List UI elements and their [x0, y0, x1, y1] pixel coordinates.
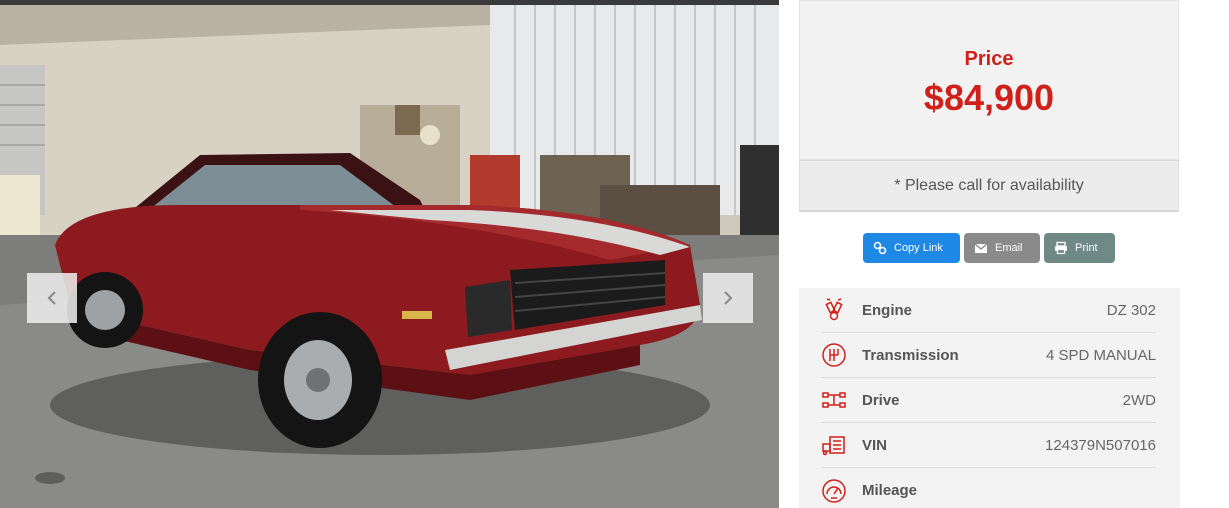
engine-icon	[825, 298, 843, 321]
spec-value: DZ 302	[1106, 301, 1156, 319]
chevron-right-icon	[724, 291, 733, 305]
spec-row-mileage: Mileage	[821, 468, 1156, 508]
gallery-top-bar	[0, 0, 779, 5]
envelope-icon	[974, 243, 988, 253]
spec-row-drive: Drive 2WD	[821, 378, 1156, 423]
share-actions: Copy Link Email Print	[863, 233, 1115, 263]
print-button[interactable]: Print	[1044, 233, 1115, 263]
car-photo	[0, 5, 779, 508]
link-icon	[873, 241, 887, 255]
speedometer-icon	[822, 478, 846, 503]
spec-label: Drive	[862, 391, 900, 409]
chevron-left-icon	[47, 291, 56, 305]
printer-icon	[1055, 241, 1067, 255]
price-value: $84,900	[923, 77, 1055, 118]
spec-value: 4 SPD MANUAL	[1045, 346, 1156, 364]
gallery-prev-button[interactable]	[27, 273, 77, 323]
print-label: Print	[1075, 242, 1098, 254]
spec-label: VIN	[862, 436, 888, 454]
transmission-icon	[822, 343, 846, 367]
spec-value: 2WD	[1122, 391, 1156, 409]
email-button[interactable]: Email	[964, 233, 1040, 263]
photo-gallery[interactable]	[0, 0, 779, 508]
spec-value: 124379N507016	[1045, 436, 1156, 454]
copy-link-button[interactable]: Copy Link	[863, 233, 960, 263]
spec-label: Transmission	[862, 346, 959, 364]
spec-row-transmission: Transmission 4 SPD MANUAL	[821, 333, 1156, 378]
spec-label: Mileage	[862, 482, 918, 499]
availability-note: * Please call for availability	[799, 160, 1179, 212]
copy-link-label: Copy Link	[894, 242, 943, 254]
spec-list: Engine DZ 302 Transmission 4 SPD MANUAL	[799, 288, 1180, 508]
vin-icon	[822, 436, 845, 456]
drive-icon	[822, 392, 846, 408]
spec-label: Engine	[862, 301, 913, 319]
price-box: Price $84,900	[799, 0, 1179, 160]
vehicle-detail-page: Price $84,900 * Please call for availabi…	[0, 0, 1229, 508]
email-label: Email	[995, 242, 1023, 254]
gallery-next-button[interactable]	[703, 273, 753, 323]
spec-row-vin: VIN 124379N507016	[821, 423, 1156, 468]
price-label: Price	[964, 48, 1014, 70]
spec-row-engine: Engine DZ 302	[821, 288, 1156, 333]
